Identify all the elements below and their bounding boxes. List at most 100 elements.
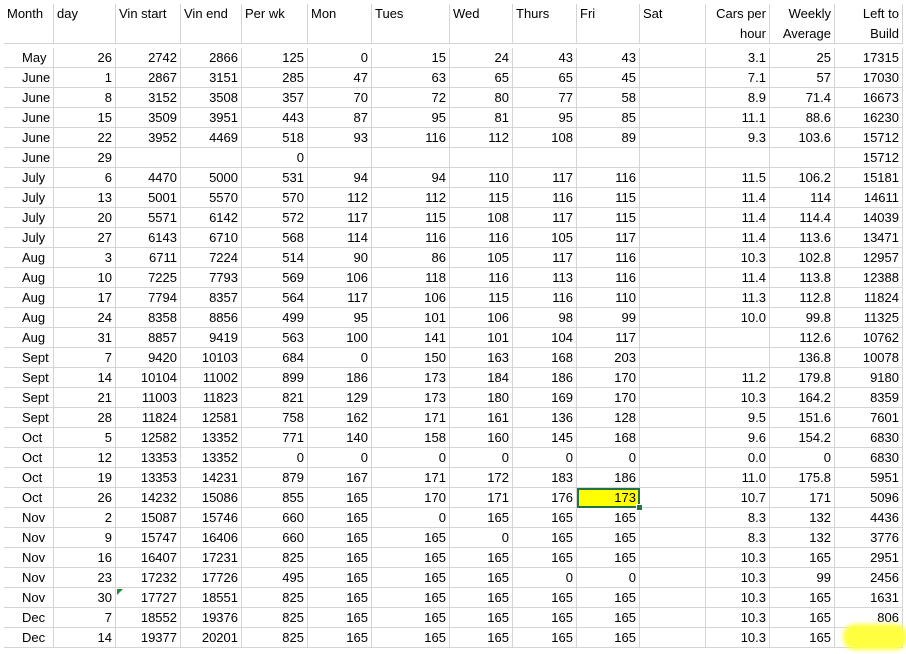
header-month[interactable]: Month: [4, 4, 54, 44]
cell-per-wk[interactable]: 570: [242, 188, 308, 208]
cell-tues[interactable]: 106: [372, 288, 450, 308]
cell-thurs[interactable]: 165: [513, 528, 577, 548]
cell-cars-per-hour[interactable]: 10.3: [706, 248, 770, 268]
cell-tues[interactable]: 101: [372, 308, 450, 328]
cell-vin-start[interactable]: 11824: [116, 408, 181, 428]
cell-weekly-average[interactable]: 25: [770, 48, 835, 68]
spreadsheet-grid[interactable]: Month day Vin start Vin end Per wk Mon Tues Wed…: [0, 0, 906, 654]
cell-fri[interactable]: 203: [577, 348, 640, 368]
cell-mon[interactable]: 165: [308, 628, 372, 648]
cell-left-to-build[interactable]: 5951: [835, 468, 903, 488]
cell-month[interactable]: Aug: [4, 268, 54, 288]
cell-left-to-build[interactable]: 17030: [835, 68, 903, 88]
cell-sat[interactable]: [640, 128, 706, 148]
cell-month[interactable]: Dec: [4, 628, 54, 648]
cell-sat[interactable]: [640, 468, 706, 488]
cell-vin-end[interactable]: 2866: [181, 48, 242, 68]
header-fri[interactable]: Fri: [577, 4, 640, 44]
cell-sat[interactable]: [640, 568, 706, 588]
cell-wed[interactable]: 184: [450, 368, 513, 388]
cell-mon[interactable]: 140: [308, 428, 372, 448]
cell-day[interactable]: 29: [54, 148, 116, 168]
cell-left-to-build[interactable]: 3776: [835, 528, 903, 548]
cell-per-wk[interactable]: 758: [242, 408, 308, 428]
cell-per-wk[interactable]: 684: [242, 348, 308, 368]
cell-mon[interactable]: 70: [308, 88, 372, 108]
cell-cars-per-hour[interactable]: 9.6: [706, 428, 770, 448]
cell-fri[interactable]: 165: [577, 628, 640, 648]
cell-mon[interactable]: 90: [308, 248, 372, 268]
cell-sat[interactable]: [640, 368, 706, 388]
cell-sat[interactable]: [640, 348, 706, 368]
cell-month[interactable]: Nov: [4, 548, 54, 568]
cell-sat[interactable]: [640, 208, 706, 228]
cell-sat[interactable]: [640, 528, 706, 548]
cell-sat[interactable]: [640, 168, 706, 188]
cell-tues[interactable]: 165: [372, 528, 450, 548]
cell-weekly-average[interactable]: 154.2: [770, 428, 835, 448]
cell-weekly-average[interactable]: 112.6: [770, 328, 835, 348]
cell-vin-start[interactable]: 7794: [116, 288, 181, 308]
cell-thurs[interactable]: 104: [513, 328, 577, 348]
cell-left-to-build[interactable]: 1631: [835, 588, 903, 608]
cell-day[interactable]: 6: [54, 168, 116, 188]
cell-day[interactable]: 30: [54, 588, 116, 608]
cell-cars-per-hour[interactable]: 10.3: [706, 388, 770, 408]
cell-sat[interactable]: [640, 88, 706, 108]
cell-tues[interactable]: 173: [372, 368, 450, 388]
cell-wed[interactable]: 112: [450, 128, 513, 148]
cell-vin-end[interactable]: 18551: [181, 588, 242, 608]
cell-vin-end[interactable]: 13352: [181, 428, 242, 448]
cell-day[interactable]: 28: [54, 408, 116, 428]
cell-per-wk[interactable]: 499: [242, 308, 308, 328]
cell-left-to-build[interactable]: 6830: [835, 428, 903, 448]
cell-month[interactable]: July: [4, 228, 54, 248]
cell-wed[interactable]: 0: [450, 528, 513, 548]
cell-sat[interactable]: [640, 308, 706, 328]
cell-vin-start[interactable]: 5001: [116, 188, 181, 208]
cell-month[interactable]: Nov: [4, 508, 54, 528]
cell-left-to-build[interactable]: 16673: [835, 88, 903, 108]
cell-fri[interactable]: 58: [577, 88, 640, 108]
cell-month[interactable]: Aug: [4, 328, 54, 348]
cell-wed[interactable]: 165: [450, 508, 513, 528]
cell-left-to-build[interactable]: 12957: [835, 248, 903, 268]
cell-vin-start[interactable]: 6711: [116, 248, 181, 268]
cell-wed[interactable]: 81: [450, 108, 513, 128]
cell-sat[interactable]: [640, 608, 706, 628]
cell-mon[interactable]: 165: [308, 588, 372, 608]
cell-per-wk[interactable]: 825: [242, 608, 308, 628]
cell-weekly-average[interactable]: 179.8: [770, 368, 835, 388]
header-per-wk[interactable]: Per wk: [242, 4, 308, 44]
cell-vin-end[interactable]: 3151: [181, 68, 242, 88]
cell-month[interactable]: July: [4, 168, 54, 188]
cell-thurs[interactable]: 116: [513, 288, 577, 308]
cell-wed[interactable]: 116: [450, 228, 513, 248]
cell-month[interactable]: Oct: [4, 488, 54, 508]
cell-thurs[interactable]: 117: [513, 168, 577, 188]
cell-fri[interactable]: 99: [577, 308, 640, 328]
cell-tues[interactable]: 171: [372, 468, 450, 488]
cell-weekly-average[interactable]: 114.4: [770, 208, 835, 228]
cell-month[interactable]: Sept: [4, 368, 54, 388]
cell-sat[interactable]: [640, 48, 706, 68]
cell-tues[interactable]: 15: [372, 48, 450, 68]
cell-day[interactable]: 7: [54, 608, 116, 628]
cell-thurs[interactable]: 116: [513, 188, 577, 208]
cell-thurs[interactable]: 168: [513, 348, 577, 368]
header-sat[interactable]: Sat: [640, 4, 706, 44]
cell-thurs[interactable]: 113: [513, 268, 577, 288]
cell-per-wk[interactable]: 825: [242, 628, 308, 648]
cell-fri[interactable]: 116: [577, 168, 640, 188]
cell-thurs[interactable]: 165: [513, 508, 577, 528]
cell-per-wk[interactable]: 285: [242, 68, 308, 88]
cell-wed[interactable]: 115: [450, 288, 513, 308]
cell-cars-per-hour[interactable]: 10.3: [706, 548, 770, 568]
cell-weekly-average[interactable]: 165: [770, 548, 835, 568]
cell-mon[interactable]: 0: [308, 448, 372, 468]
cell-left-to-build[interactable]: 6830: [835, 448, 903, 468]
cell-vin-end[interactable]: 15086: [181, 488, 242, 508]
cell-fri[interactable]: 85: [577, 108, 640, 128]
cell-tues[interactable]: 115: [372, 208, 450, 228]
cell-cars-per-hour[interactable]: 10.0: [706, 308, 770, 328]
